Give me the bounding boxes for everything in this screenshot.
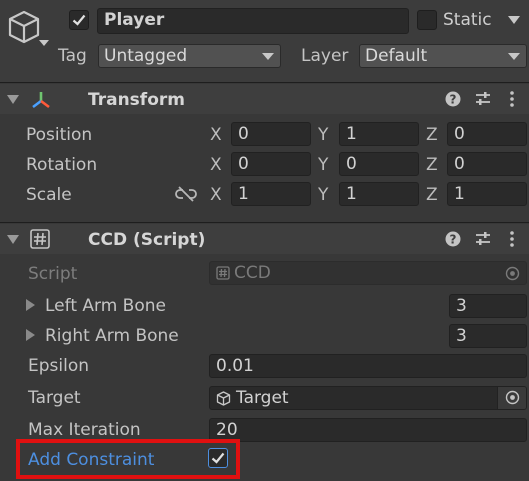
position-z-field[interactable]: 0 <box>447 122 527 146</box>
left-arm-foldout-icon[interactable] <box>26 299 35 311</box>
rotation-label: Rotation <box>26 155 98 175</box>
checkmark-icon <box>72 14 86 26</box>
help-icon[interactable]: ? <box>445 91 461 107</box>
annotation-highlight-box <box>16 439 240 479</box>
rotation-z-value: 0 <box>454 154 465 174</box>
ccd-script-title: CCD (Script) <box>88 230 206 250</box>
position-y-value: 1 <box>346 124 357 144</box>
epsilon-value: 0.01 <box>216 356 254 376</box>
position-y-axis-label[interactable]: Y <box>318 124 328 146</box>
divider <box>0 82 529 83</box>
scale-y-value: 1 <box>346 184 357 204</box>
help-icon[interactable]: ? <box>445 231 461 247</box>
script-field: CCD <box>209 261 527 285</box>
active-checkbox[interactable] <box>69 10 89 30</box>
ccd-foldout-icon[interactable] <box>7 235 19 244</box>
object-picker-icon <box>505 390 520 405</box>
max-iteration-value: 20 <box>216 420 238 440</box>
tag-value: Untagged <box>104 46 188 66</box>
rotation-x-axis-label[interactable]: X <box>210 154 222 176</box>
target-label: Target <box>28 388 81 408</box>
scale-z-axis-label[interactable]: Z <box>426 184 438 206</box>
rotation-x-value: 0 <box>238 154 249 174</box>
target-value: Target <box>236 388 289 408</box>
scale-x-axis-label[interactable]: X <box>210 184 222 206</box>
rotation-z-axis-label[interactable]: Z <box>426 154 438 176</box>
right-arm-foldout-icon[interactable] <box>26 329 35 341</box>
transform-axes-icon <box>32 92 50 109</box>
svg-text:?: ? <box>450 233 457 247</box>
layer-chevron-down-icon <box>508 53 520 60</box>
position-x-value: 0 <box>238 124 249 144</box>
scale-x-value: 1 <box>238 184 249 204</box>
left-arm-bone-label[interactable]: Left Arm Bone <box>45 295 166 317</box>
ccd-script-header[interactable]: CCD (Script) ? <box>0 224 529 254</box>
target-field[interactable]: Target <box>209 386 527 410</box>
static-label: Static <box>443 10 492 30</box>
position-x-field[interactable]: 0 <box>231 122 311 146</box>
script-hash-icon <box>30 229 50 249</box>
transform-foldout-icon[interactable] <box>7 95 19 104</box>
divider <box>0 222 529 223</box>
left-arm-bone-size-value: 3 <box>456 296 467 316</box>
kebab-menu-icon[interactable] <box>508 230 516 248</box>
left-arm-bone-size-field[interactable]: 3 <box>449 294 527 318</box>
scale-y-field[interactable]: 1 <box>339 182 419 206</box>
epsilon-field[interactable]: 0.01 <box>209 354 527 378</box>
preset-sliders-icon[interactable] <box>474 230 492 248</box>
layer-value: Default <box>365 46 428 66</box>
rotation-y-axis-label[interactable]: Y <box>318 154 328 176</box>
script-hash-icon <box>216 266 230 280</box>
position-z-axis-label[interactable]: Z <box>426 124 438 146</box>
layer-label: Layer <box>301 46 349 66</box>
position-x-axis-label[interactable]: X <box>210 124 222 146</box>
tag-label: Tag <box>58 46 87 66</box>
right-arm-bone-size-field[interactable]: 3 <box>449 324 527 348</box>
rotation-y-field[interactable]: 0 <box>339 152 419 176</box>
rotation-z-field[interactable]: 0 <box>447 152 527 176</box>
gameobject-cube-icon <box>216 391 231 406</box>
max-iteration-label: Max Iteration <box>28 420 141 440</box>
scale-y-axis-label[interactable]: Y <box>318 184 328 206</box>
tag-chevron-down-icon <box>262 53 274 60</box>
static-dropdown-chevron-icon[interactable] <box>507 15 521 25</box>
position-y-field[interactable]: 1 <box>339 122 419 146</box>
gameobject-name-field[interactable]: Player <box>97 8 409 34</box>
gameobject-cube-icon[interactable] <box>6 8 50 50</box>
tag-dropdown[interactable]: Untagged <box>98 44 281 68</box>
preset-sliders-icon[interactable] <box>474 90 492 108</box>
rotation-y-value: 0 <box>346 154 357 174</box>
right-arm-bone-size-value: 3 <box>456 326 467 346</box>
rotation-x-field[interactable]: 0 <box>231 152 311 176</box>
kebab-menu-icon[interactable] <box>508 90 516 108</box>
position-label: Position <box>26 125 93 145</box>
position-z-value: 0 <box>454 124 465 144</box>
scale-z-value: 1 <box>454 184 465 204</box>
max-iteration-field[interactable]: 20 <box>209 418 527 442</box>
scale-label: Scale <box>26 185 72 205</box>
svg-text:?: ? <box>450 93 457 107</box>
static-checkbox[interactable] <box>417 10 437 30</box>
scale-z-field[interactable]: 1 <box>447 182 527 206</box>
right-arm-bone-label[interactable]: Right Arm Bone <box>45 325 179 347</box>
script-label: Script <box>28 264 78 284</box>
transform-header[interactable]: Transform ? <box>0 84 529 114</box>
gameobject-header: Player Static Tag Untagged Layer Default <box>0 0 529 82</box>
gameobject-name: Player <box>104 10 165 30</box>
unlink-scale-icon[interactable] <box>175 186 197 202</box>
script-value: CCD <box>234 263 271 283</box>
epsilon-label: Epsilon <box>28 356 90 376</box>
object-picker-icon <box>505 266 520 281</box>
layer-dropdown[interactable]: Default <box>359 44 527 68</box>
transform-title: Transform <box>88 90 185 110</box>
target-picker-button[interactable] <box>497 387 526 409</box>
scale-x-field[interactable]: 1 <box>231 182 311 206</box>
